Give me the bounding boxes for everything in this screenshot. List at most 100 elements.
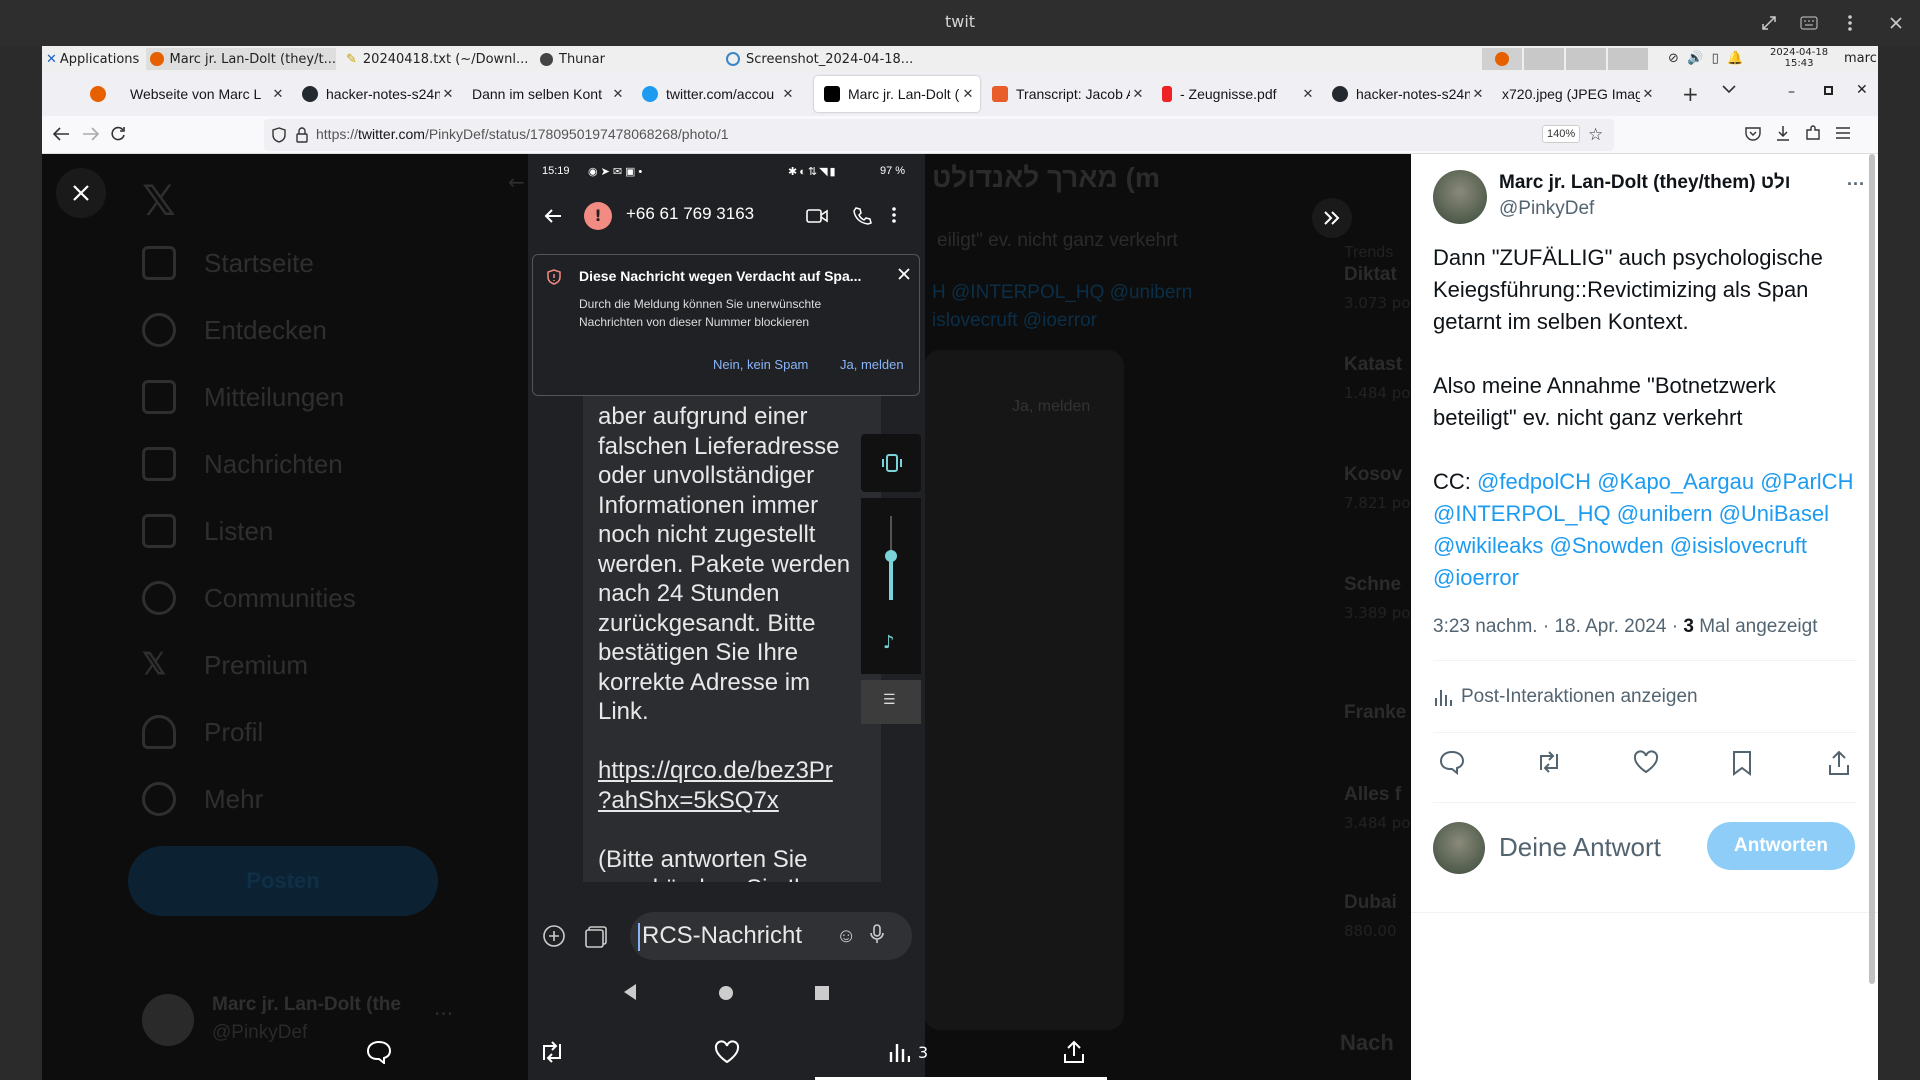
taskbar-editor-window[interactable]: ✎ 20240418.txt (~/Downl... [342,48,567,70]
mention-link[interactable]: @ioerror [1433,565,1519,590]
volume-settings-button[interactable]: ☰ [861,680,921,724]
new-tab-icon[interactable]: + [1682,82,1699,106]
taskbar-screenshot-window[interactable]: Screenshot_2024-04-18... [722,48,927,70]
tab-2[interactable]: Dann im selben Kont ✕ [462,76,630,112]
close-tab-icon[interactable]: ✕ [780,86,796,102]
minimize-icon[interactable]: – [1788,84,1795,100]
mention-link[interactable]: @Snowden [1549,533,1663,558]
nav-premium[interactable]: 𝕏 Premium [142,648,308,682]
back-arrow-icon[interactable] [52,126,70,142]
report-spam-button[interactable]: Ja, melden [840,357,904,372]
bookmark-button[interactable] [1731,750,1761,780]
overflow-menu-icon[interactable] [892,207,896,223]
android-back-icon[interactable] [624,984,636,1000]
trend-term[interactable]: Katast [1344,354,1402,376]
nav-explore[interactable]: Entdecken [142,313,327,347]
retweet-button[interactable] [1535,750,1565,780]
retweet-action[interactable] [538,1036,566,1068]
tab-3[interactable]: twitter.com/accou ✕ [632,76,800,112]
lock-icon[interactable] [296,127,308,143]
nav-messages[interactable]: Nachrichten [142,447,343,481]
trend-term[interactable]: Diktat [1344,264,1397,286]
hamburger-menu-icon[interactable] [1835,127,1851,139]
post-button[interactable]: Posten [128,846,438,916]
workspace-2[interactable] [1524,48,1564,70]
expand-sidebar-button[interactable] [1312,198,1352,238]
close-tab-icon[interactable]: ✕ [1640,86,1656,102]
shield-icon[interactable] [272,127,286,143]
clock[interactable]: 2024-04-18 15:43 [1770,47,1828,69]
microphone-icon[interactable] [870,924,884,944]
workspace-4[interactable] [1608,48,1648,70]
extensions-icon[interactable] [1805,125,1821,141]
firefox-view-icon[interactable] [90,86,106,102]
phone-call-icon[interactable] [852,206,872,226]
trend-term[interactable]: Franke [1344,702,1406,724]
gallery-icon[interactable] [584,924,608,948]
volume-slider-thumb[interactable] [885,550,897,562]
mention-link[interactable]: @UniBasel [1719,501,1829,526]
author-handle[interactable]: @PinkyDef [1499,198,1594,220]
close-tab-icon[interactable]: ✕ [270,86,286,102]
mention-link[interactable]: @INTERPOL_HQ [1433,501,1611,526]
tab-1[interactable]: hacker-notes-s24n ✕ [292,76,460,112]
maximize-icon[interactable] [1824,86,1833,95]
close-browser-icon[interactable]: ✕ [1856,82,1868,98]
tab-0[interactable]: Webseite von Marc L ✕ [120,76,290,112]
user-name[interactable]: marc [1844,51,1877,66]
forward-arrow-icon[interactable] [82,126,100,142]
nav-more[interactable]: Mehr [142,782,263,816]
close-window-icon[interactable] [1882,9,1910,37]
author-avatar[interactable] [1433,170,1487,224]
x-logo-icon[interactable]: 𝕏 [142,176,176,225]
reply-input[interactable]: Deine Antwort [1499,832,1661,863]
trend-term[interactable]: Schne [1344,574,1401,596]
android-recents-icon[interactable] [815,986,829,1000]
pocket-icon[interactable] [1745,126,1761,141]
tab-4-active[interactable]: Marc jr. Lan-Dolt (✕ [814,76,980,112]
network-icon[interactable]: ⊘ [1668,51,1679,66]
mention-link[interactable]: @fedpolCH [1477,469,1591,494]
close-photo-button[interactable] [56,168,106,218]
mention-link[interactable]: @wikileaks [1433,533,1543,558]
close-tab-icon[interactable]: ✕ [1470,86,1486,102]
taskbar-thunar-window[interactable]: Thunar [536,48,726,70]
back-arrow-icon[interactable]: ← [508,170,525,194]
mention-link[interactable]: @unibern [1617,501,1713,526]
keyboard-icon[interactable] [1795,9,1823,37]
nav-notifications[interactable]: Mitteilungen [142,380,344,414]
trend-term[interactable]: Kosov [1344,464,1402,486]
tweet-timestamp[interactable]: 3:23 nachm. · 18. Apr. 2024 · [1433,616,1678,637]
workspace-1[interactable] [1482,48,1522,70]
tab-5[interactable]: Transcript: Jacob A ✕ [982,76,1150,112]
mention-link[interactable]: @Kapo_Aargau [1597,469,1754,494]
add-attachment-icon[interactable] [542,924,566,948]
tab-7[interactable]: hacker-notes-s24n ✕ [1322,76,1490,112]
zoom-badge[interactable]: 140% [1542,125,1581,143]
account-more-icon[interactable]: ··· [434,1002,453,1026]
menu-dots-icon[interactable] [1836,9,1864,37]
author-name[interactable]: Marc jr. Lan-Dolt (they/them) ולט [1499,172,1790,194]
close-icon[interactable] [897,267,911,281]
bell-icon[interactable]: 🔔 [1727,51,1743,66]
bookmark-star-icon[interactable]: ☆ [1588,125,1603,145]
nav-profile[interactable]: Profil [142,715,263,749]
message-link[interactable]: https://qrco.de/bez3Pr ?ahShx=5kSQ7x [598,757,833,814]
like-button[interactable] [1633,750,1663,780]
account-avatar[interactable] [142,994,194,1046]
trend-term[interactable]: Alles f [1344,784,1401,806]
tab-8[interactable]: x720.jpeg (JPEG Imag ✕ [1492,76,1660,112]
more-options-icon[interactable]: ··· [1847,174,1865,195]
url-bar[interactable]: https://twitter.com/PinkyDef/status/1780… [264,119,1614,151]
reply-action[interactable] [366,1036,392,1068]
workspace-3[interactable] [1566,48,1606,70]
views-action[interactable]: 3 [888,1036,928,1068]
share-button[interactable] [1827,750,1857,780]
close-tab-icon[interactable]: ✕ [1130,86,1146,102]
not-spam-button[interactable]: Nein, kein Spam [713,357,808,372]
back-arrow-icon[interactable] [544,208,562,224]
applications-menu[interactable]: ✕ Applications [42,48,142,70]
close-tab-icon[interactable]: ✕ [1300,86,1316,102]
close-tab-icon[interactable]: ✕ [440,86,456,102]
volume-icon[interactable]: 🔊 [1687,51,1703,66]
